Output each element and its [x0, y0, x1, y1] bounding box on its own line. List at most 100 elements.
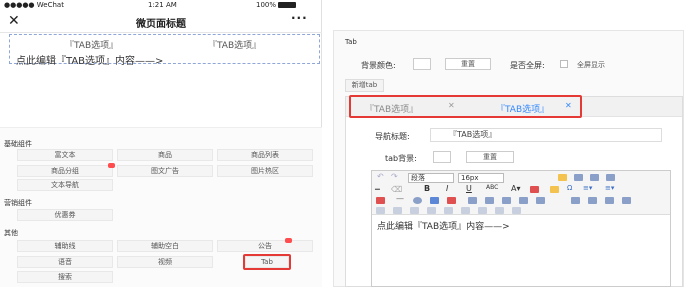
add-tab-button[interactable]: 新增tab	[345, 79, 384, 92]
comp-search[interactable]: 搜索	[17, 271, 113, 283]
preview-tab-2[interactable]: 『TAB选项』	[208, 38, 261, 51]
divider-icon[interactable]	[550, 186, 559, 193]
basic-section-title: 基础组件	[4, 140, 32, 148]
page-title: 微页面标题	[136, 19, 186, 30]
hr-icon[interactable]: ━	[375, 185, 380, 194]
comp-label: 商品分组	[51, 167, 79, 175]
merge-cells-icon[interactable]	[502, 197, 511, 204]
bg-color-swatch[interactable]	[413, 58, 431, 70]
ordered-list-icon[interactable]: ≡▾	[583, 184, 592, 192]
tab-preview[interactable]: 『TAB选项』 『TAB选项』 点此编辑『TAB选项』内容——>	[9, 34, 320, 67]
tab-2-close-icon[interactable]: ✕	[565, 101, 572, 110]
font-color-icon[interactable]: A▾	[511, 184, 521, 193]
merge-icon[interactable]	[495, 207, 504, 214]
table-icon[interactable]	[430, 197, 439, 204]
battery-icon	[278, 2, 296, 8]
comp-goods[interactable]: 商品	[117, 149, 213, 161]
nav-title-label: 导航标题:	[375, 132, 410, 141]
font-size-select[interactable]: 16px	[458, 173, 504, 183]
map-icon[interactable]	[447, 197, 456, 204]
paragraph-select[interactable]: 段落	[408, 173, 454, 183]
tab-2-active[interactable]: 『TAB选项』	[496, 102, 549, 115]
bg-color-icon[interactable]	[530, 186, 539, 193]
comp-label: 文本导航	[51, 181, 79, 189]
comp-image-ad[interactable]: 图文广告	[117, 165, 213, 177]
comp-rich-text[interactable]: 富文本	[17, 149, 113, 161]
strike-icon[interactable]: ABC	[486, 184, 498, 191]
row-before-icon[interactable]	[427, 207, 436, 214]
col-before-icon[interactable]	[461, 207, 470, 214]
undo-icon[interactable]: ↶	[377, 172, 384, 181]
underline-icon[interactable]: U	[466, 184, 472, 193]
clear-format-icon[interactable]: ⌫	[391, 185, 402, 194]
tab-1[interactable]: 『TAB选项』	[365, 102, 418, 115]
row-after-icon[interactable]	[444, 207, 453, 214]
comp-coupon[interactable]: 优惠券	[17, 209, 113, 221]
insert-before-icon[interactable]	[376, 207, 385, 214]
fullscreen-checkbox[interactable]	[560, 60, 568, 68]
align-left-icon[interactable]	[558, 174, 567, 181]
comp-label: 语音	[58, 258, 72, 266]
split-cells-icon[interactable]	[519, 197, 528, 204]
comp-label: 图片热区	[251, 167, 279, 175]
insert-row-icon[interactable]	[468, 197, 477, 204]
comp-label: 辅助线	[54, 242, 76, 250]
comp-image-hotspot[interactable]: 图片热区	[217, 165, 313, 177]
carrier-label: ●●●●● WeChat	[4, 1, 64, 9]
fullscreen-label: 是否全屏:	[510, 61, 545, 70]
align-right-icon[interactable]	[590, 174, 599, 181]
tab-bg-swatch[interactable]	[433, 151, 451, 163]
rte-content[interactable]: 点此编辑『TAB选项』内容——>	[377, 219, 510, 232]
comp-goods-list[interactable]: 商品列表	[217, 149, 313, 161]
hr-line-icon[interactable]: —	[396, 194, 404, 203]
comp-label: 搜索	[58, 273, 72, 281]
italic-icon[interactable]: I	[446, 184, 448, 193]
delete-col-icon[interactable]	[571, 197, 580, 204]
delete-table-icon[interactable]	[622, 197, 631, 204]
tab-1-close-icon[interactable]: ✕	[448, 101, 455, 110]
link-icon[interactable]	[413, 197, 422, 204]
comp-blank[interactable]: 辅助空白	[117, 240, 213, 252]
tab-bg-label: tab背景:	[385, 154, 417, 163]
comp-label: 富文本	[54, 151, 76, 159]
other-section-title: 其他	[4, 229, 18, 237]
comp-label: 辅助空白	[151, 242, 179, 250]
bold-icon[interactable]: B	[424, 184, 430, 193]
filter-icon[interactable]	[410, 207, 419, 214]
delete-row-icon[interactable]	[536, 197, 545, 204]
preview-content[interactable]: 点此编辑『TAB选项』内容——>	[16, 52, 163, 67]
comp-divider[interactable]: 辅助线	[17, 240, 113, 252]
comp-text-nav[interactable]: 文本导航	[17, 179, 113, 191]
comp-tab-highlight	[243, 254, 291, 270]
comp-video[interactable]: 视频	[117, 256, 213, 268]
nav-title-input[interactable]: 『TAB选项』	[430, 128, 662, 142]
insert-after-icon[interactable]	[393, 207, 402, 214]
preview-tab-1[interactable]: 『TAB选项』	[65, 38, 118, 51]
unordered-list-icon[interactable]: ≡▾	[605, 184, 614, 192]
image-icon[interactable]	[376, 197, 385, 204]
reset-bg-button[interactable]: 重置	[445, 58, 491, 70]
table-props-icon[interactable]	[605, 197, 614, 204]
reset-tab-bg-button[interactable]: 重置	[466, 151, 514, 163]
fullscreen-option[interactable]: 全屏显示	[577, 60, 605, 70]
nav-bar: ✕ 微页面标题 ···	[0, 11, 322, 33]
comp-label: 商品列表	[251, 151, 279, 159]
align-justify-icon[interactable]	[606, 174, 615, 181]
comp-label: 视频	[158, 258, 172, 266]
insert-col-icon[interactable]	[485, 197, 494, 204]
comp-goods-group[interactable]: 商品分组	[17, 163, 115, 177]
align-center-icon[interactable]	[574, 174, 583, 181]
time-label: 1:21 AM	[148, 1, 177, 9]
new-badge	[285, 238, 292, 243]
symbol-icon[interactable]: Ω	[567, 184, 572, 192]
col-after-icon[interactable]	[478, 207, 487, 214]
marketing-section-title: 营销组件	[4, 199, 32, 207]
split-icon[interactable]	[512, 207, 521, 214]
comp-voice[interactable]: 语音	[17, 256, 113, 268]
comp-notice[interactable]: 公告	[217, 238, 313, 252]
more-icon[interactable]: ···	[291, 11, 308, 25]
editor-title: Tab	[345, 38, 357, 46]
comp-label: 商品	[158, 151, 172, 159]
redo-icon[interactable]: ↷	[391, 172, 398, 181]
cell-props-icon[interactable]	[588, 197, 597, 204]
